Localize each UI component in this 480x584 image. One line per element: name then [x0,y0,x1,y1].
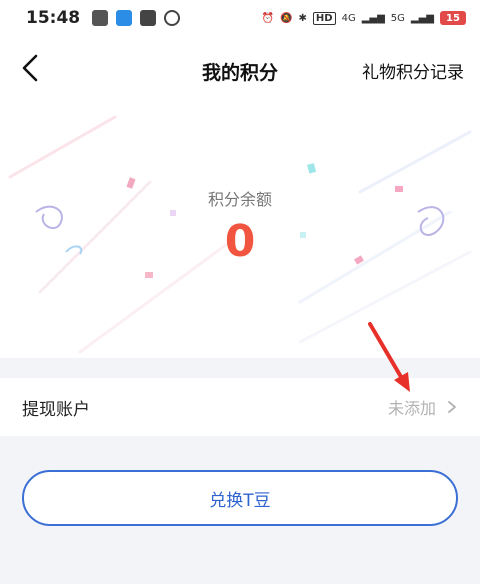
withdrawal-account-row[interactable]: 提现账户 未添加 [0,378,480,436]
chevron-right-icon [448,401,456,413]
points-balance-card: 积分余额 0 [0,102,480,358]
status-time: 15:48 [26,8,81,28]
network-type: 4G [341,12,356,24]
chevron-left-icon [22,54,38,82]
back-button[interactable] [12,50,48,86]
hd-icon: HD [312,11,336,25]
photo-icon [92,10,109,26]
signal-icon: ▂▄▆ [361,12,385,24]
sync-icon [164,10,181,26]
redeem-t-beans-button[interactable]: 兑换T豆 [22,470,458,526]
balance-label: 积分余额 [207,190,272,209]
wifi-icon: ▂▄▆ [410,12,434,24]
status-right: ⏰ 🔕 ✱ HD 4G ▂▄▆ 5G ▂▄▆ 15 [262,11,466,25]
app-icon [116,10,133,26]
withdrawal-account-label: 提现账户 [22,399,90,420]
bluetooth-icon: ✱ [298,12,307,24]
network-type-2: 5G [390,12,405,24]
alarm-icon: ⏰ [261,12,275,24]
nav-bar: 我的积分 礼物积分记录 [0,36,480,102]
mail-icon [140,10,157,26]
mute-icon: 🔕 [280,12,293,24]
status-bar: 15:48 ⏰ 🔕 ✱ HD 4G ▂▄▆ 5G ▂▄▆ 15 [0,0,480,36]
gift-points-record-link[interactable]: 礼物积分记录 [362,58,464,83]
balance-value: 0 [224,216,256,267]
battery-icon: 15 [440,11,466,25]
withdrawal-account-status: 未添加 [387,399,436,418]
status-left-icons [92,10,181,26]
